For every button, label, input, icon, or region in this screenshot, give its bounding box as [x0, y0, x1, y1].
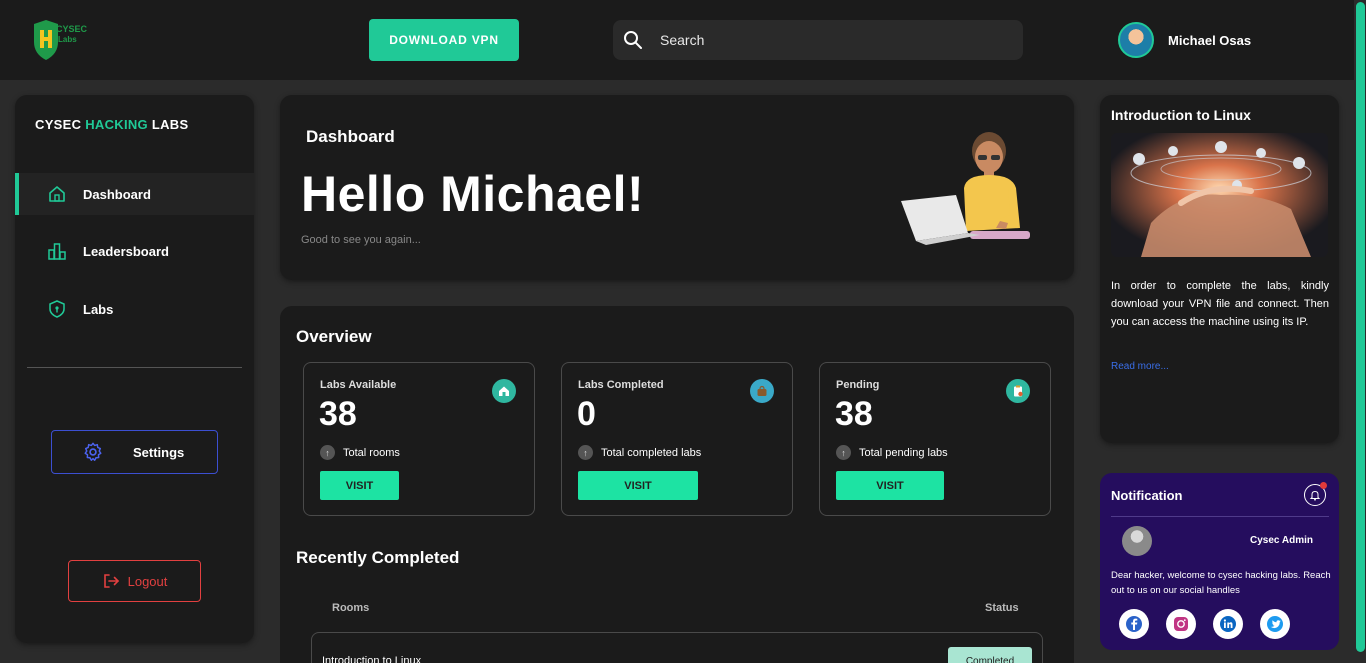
- column-header-rooms: Rooms: [332, 602, 370, 614]
- bag-badge-glyph-icon: [757, 385, 767, 396]
- user-name: Michael Osas: [1168, 32, 1252, 48]
- home-badge-icon: [492, 379, 516, 403]
- notification-dot: [1320, 482, 1327, 489]
- overview-title: Overview: [296, 327, 372, 346]
- sidebar: CYSEC HACKING LABS Dashboard Leadersboar…: [15, 95, 254, 643]
- gear-icon: [84, 442, 102, 461]
- greeting-subtitle: Good to see you again...: [301, 234, 421, 246]
- stat-label: Labs Available: [320, 379, 397, 391]
- overview-card: Overview Labs Available 38 ↑ Total rooms…: [280, 306, 1074, 663]
- sidebar-item-leadersboard[interactable]: Leadersboard: [15, 230, 254, 272]
- settings-button[interactable]: Settings: [51, 430, 218, 474]
- course-card: Introduction to Linux In order to comple: [1100, 95, 1339, 443]
- visit-button[interactable]: VISIT: [320, 471, 399, 500]
- sidebar-item-label: Labs: [83, 301, 114, 317]
- bell-glyph-icon: [1309, 490, 1321, 501]
- stat-value: 38: [319, 395, 357, 433]
- social-links: [1119, 609, 1307, 639]
- clipboard-badge-glyph-icon: [1014, 385, 1023, 397]
- clipboard-badge-icon: [1006, 379, 1030, 403]
- brand-suffix: LABS: [147, 117, 189, 132]
- stat-card-labs-available: Labs Available 38 ↑ Total rooms VISIT: [303, 362, 535, 516]
- stat-caption-text: Total completed labs: [601, 446, 702, 459]
- up-arrow-icon: ↑: [836, 445, 851, 460]
- up-arrow-icon: ↑: [320, 445, 335, 460]
- welcome-card: Dashboard Hello Michael! Good to see you…: [280, 95, 1074, 280]
- page-scrollbar[interactable]: [1354, 0, 1366, 663]
- sidebar-item-labs[interactable]: Labs: [15, 288, 254, 330]
- status-badge: Completed: [948, 647, 1032, 663]
- user-laptop-illustration-icon: [901, 132, 1030, 245]
- linkedin-icon[interactable]: [1213, 609, 1243, 639]
- admin-avatar: [1122, 526, 1152, 556]
- stat-caption-text: Total pending labs: [859, 446, 948, 459]
- stat-caption: ↑ Total pending labs: [836, 445, 948, 460]
- sidebar-item-label: Dashboard: [83, 186, 151, 202]
- stat-caption-text: Total rooms: [343, 446, 400, 459]
- notification-title: Notification: [1111, 488, 1183, 503]
- table-row[interactable]: Introduction to Linux Completed: [311, 632, 1043, 663]
- sidebar-brand: CYSEC HACKING LABS: [35, 117, 188, 132]
- stat-caption: ↑ Total rooms: [320, 445, 400, 460]
- instagram-icon[interactable]: [1166, 609, 1196, 639]
- shield-icon: [49, 300, 65, 318]
- read-more-link[interactable]: Read more...: [1111, 361, 1169, 372]
- brand-prefix: CYSEC: [35, 117, 86, 132]
- brand-accent: HACKING: [85, 117, 148, 132]
- avatar[interactable]: [1118, 22, 1154, 58]
- svg-text:CYSEC: CYSEC: [56, 24, 88, 34]
- notification-card: Notification Cysec Admin Dear hacker, we…: [1100, 473, 1339, 650]
- bag-badge-icon: [750, 379, 774, 403]
- stat-label: Pending: [836, 379, 880, 391]
- stat-caption: ↑ Total completed labs: [578, 445, 701, 460]
- download-vpn-button[interactable]: DOWNLOAD VPN: [369, 19, 519, 61]
- course-description: In order to complete the labs, kindly do…: [1111, 280, 1329, 328]
- bar-chart-icon: [48, 243, 66, 260]
- notification-divider: [1111, 516, 1329, 517]
- stat-value: 0: [577, 395, 596, 433]
- sidebar-item-dashboard[interactable]: Dashboard: [15, 173, 254, 215]
- home-icon: [49, 186, 65, 202]
- notification-message: Dear hacker, welcome to cysec hacking la…: [1111, 570, 1331, 596]
- facebook-icon[interactable]: [1119, 609, 1149, 639]
- settings-label: Settings: [133, 444, 185, 460]
- stat-label: Labs Completed: [578, 379, 664, 391]
- stat-value: 38: [835, 395, 873, 433]
- cysec-logo-icon[interactable]: CYSEC Labs: [30, 18, 94, 62]
- recently-completed-title: Recently Completed: [296, 548, 460, 567]
- stat-card-labs-completed: Labs Completed 0 ↑ Total completed labs …: [561, 362, 793, 516]
- user-profile[interactable]: Michael Osas: [1118, 22, 1251, 58]
- course-image: [1111, 133, 1328, 257]
- hand-network-illustration-icon: [1111, 133, 1328, 257]
- greeting-heading: Hello Michael!: [301, 166, 645, 222]
- logout-icon: [103, 574, 119, 588]
- visit-button[interactable]: VISIT: [578, 471, 698, 500]
- visit-button[interactable]: VISIT: [836, 471, 944, 500]
- svg-text:Labs: Labs: [58, 35, 77, 44]
- sidebar-divider: [27, 367, 242, 368]
- logout-button[interactable]: Logout: [68, 560, 201, 602]
- column-header-status: Status: [985, 602, 1019, 614]
- twitter-icon[interactable]: [1260, 609, 1290, 639]
- search-icon: [624, 31, 642, 49]
- scrollbar-thumb[interactable]: [1356, 2, 1365, 652]
- sidebar-item-label: Leadersboard: [83, 243, 169, 259]
- room-name: Introduction to Linux: [322, 655, 422, 663]
- search-bar[interactable]: [613, 20, 1023, 60]
- stat-card-pending: Pending 38 ↑ Total pending labs VISIT: [819, 362, 1051, 516]
- course-title: Introduction to Linux: [1111, 107, 1251, 123]
- top-bar: CYSEC Labs DOWNLOAD VPN Michael Osas: [0, 0, 1354, 80]
- logout-label: Logout: [127, 573, 168, 589]
- page-title: Dashboard: [306, 127, 395, 146]
- home-badge-glyph-icon: [499, 386, 509, 396]
- up-arrow-icon: ↑: [578, 445, 593, 460]
- search-input[interactable]: [660, 32, 1000, 48]
- sender-name: Cysec Admin: [1250, 535, 1313, 546]
